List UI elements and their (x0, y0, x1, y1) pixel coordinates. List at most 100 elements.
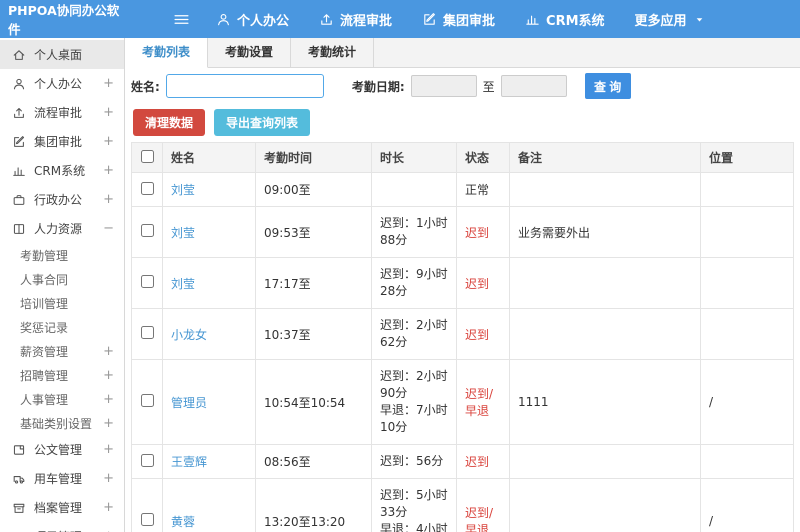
home-icon (12, 48, 26, 62)
status-cell: 迟到 (456, 206, 510, 258)
edit-icon (422, 12, 437, 27)
row-checkbox-cell (131, 444, 163, 479)
employee-name-link[interactable]: 管理员 (171, 396, 207, 410)
remark-cell (509, 308, 701, 360)
expander-icon[interactable]: + (103, 163, 114, 178)
status-cell: 迟到/早退 (456, 478, 510, 532)
tab-attendance-list[interactable]: 考勤列表 (125, 38, 209, 68)
row-checkbox-cell (131, 257, 163, 309)
row-checkbox[interactable] (140, 224, 154, 237)
sidebar-item-project-management[interactable]: 项目管理+ (0, 522, 124, 532)
sidebar-item-group-approval[interactable]: 集团审批 + (0, 127, 124, 156)
nav-item-workflow-approval[interactable]: 流程审批 (319, 10, 392, 29)
sidebar-item-document-management[interactable]: 公文管理 + (0, 435, 124, 464)
tab-attendance-settings[interactable]: 考勤设置 (208, 38, 292, 67)
remark-cell (509, 172, 701, 207)
row-checkbox-cell (131, 359, 163, 445)
nav-item-personal-office[interactable]: 个人办公 (216, 10, 289, 29)
expander-icon[interactable]: + (103, 105, 114, 120)
expander-icon[interactable]: + (103, 134, 114, 149)
sidebar-subitem-base-category-settings[interactable]: 基础类别设置 + (0, 411, 124, 435)
sidebar-item-label: CRM系统 (34, 164, 86, 178)
nav-item-group-approval[interactable]: 集团审批 (422, 10, 495, 29)
sidebar-item-crm-system[interactable]: CRM系统 + (0, 156, 124, 185)
sidebar-item-vehicle-management[interactable]: 用车管理 + (0, 464, 124, 493)
sidebar-item-personal-desktop[interactable]: 个人桌面 (0, 40, 124, 69)
row-checkbox[interactable] (140, 275, 154, 288)
sidebar: 个人桌面 个人办公 + 流程审批 + 集团审批 + CRM系统 + 行政办公 + 人力资源 − 考勤管理人… (0, 38, 125, 532)
sidebar-item-personal-office[interactable]: 个人办公 + (0, 69, 124, 98)
duration-cell: 迟到：56分 (371, 444, 457, 479)
sidebar-item-archive-management[interactable]: 档案管理 + (0, 493, 124, 522)
sidebar-subitem-attendance-management[interactable]: 考勤管理 (0, 243, 124, 267)
row-checkbox-cell (131, 206, 163, 258)
name-input[interactable] (165, 74, 324, 98)
expander-icon[interactable]: + (103, 368, 114, 383)
expander-icon[interactable]: + (103, 442, 114, 457)
attendance-table: 姓名 考勤时间 时长 状态 备注 位置 刘莹 09:00至 正常 刘莹 09:53至 迟到：1小时8… (131, 142, 794, 532)
attendance-date-label: 考勤日期: (351, 79, 405, 94)
row-checkbox[interactable] (140, 453, 154, 467)
date-to-input[interactable] (500, 75, 567, 97)
duration-cell: 迟到：2小时90分 早退：7小时10分 (371, 359, 457, 445)
name-cell: 王壹辉 (162, 444, 256, 479)
duration-cell: 迟到：1小时88分 (371, 206, 457, 258)
name-cell: 管理员 (162, 359, 256, 445)
sidebar-item-admin-office[interactable]: 行政办公 + (0, 185, 124, 214)
main-content: 考勤列表 考勤设置 考勤统计 姓名: 考勤日期: 至 查 询 清理数据 导出查询列表… (125, 38, 800, 532)
tab-attendance-stats[interactable]: 考勤统计 (291, 38, 375, 67)
row-checkbox[interactable] (140, 394, 154, 407)
expander-icon[interactable]: + (103, 500, 114, 515)
menu-icon[interactable] (173, 11, 190, 28)
nav-item-more-apps[interactable]: 更多应用 (635, 10, 706, 29)
location-cell: / (700, 359, 794, 445)
user-icon (216, 12, 231, 27)
sidebar-item-workflow-approval[interactable]: 流程审批 + (0, 98, 124, 127)
sidebar-item-label: 考勤管理 (20, 248, 69, 263)
employee-name-link[interactable]: 刘莹 (171, 183, 195, 197)
employee-name-link[interactable]: 黄蓉 (171, 515, 195, 529)
name-cell: 刘莹 (162, 257, 256, 309)
row-checkbox[interactable] (140, 326, 154, 339)
employee-name-link[interactable]: 刘莹 (171, 277, 195, 291)
expander-icon[interactable]: + (103, 344, 114, 359)
sidebar-item-label: 项目管理 (34, 528, 82, 532)
sidebar-subitem-salary-management[interactable]: 薪资管理 + (0, 339, 124, 363)
name-label: 姓名: (131, 79, 160, 94)
table-row: 刘莹 09:53至 迟到：1小时88分 迟到 业务需要外出 (131, 206, 794, 258)
flow-icon (12, 106, 26, 120)
table-row: 黄蓉 13:20至13:20迟到：5小时33分 早退：4小时67分迟到/早退 / (131, 478, 794, 532)
sidebar-subitem-hr-contract[interactable]: 人事合同 (0, 267, 124, 291)
clean-data-button[interactable]: 清理数据 (133, 108, 206, 136)
app-logo[interactable]: PHPOA协同办公软件 (0, 0, 125, 38)
sidebar-subitem-training-management[interactable]: 培训管理 (0, 291, 124, 315)
employee-name-link[interactable]: 刘莹 (171, 226, 195, 240)
sidebar-subitem-personnel-management[interactable]: 人事管理 + (0, 387, 124, 411)
row-checkbox[interactable] (140, 513, 154, 526)
export-list-button[interactable]: 导出查询列表 (214, 108, 311, 136)
employee-name-link[interactable]: 小龙女 (171, 328, 207, 342)
column-header: 姓名 (162, 142, 256, 173)
sidebar-item-label: 公文管理 (34, 443, 83, 457)
row-checkbox[interactable] (140, 181, 154, 195)
date-from-input[interactable] (410, 75, 477, 97)
nav-item-crm-system[interactable]: CRM系统 (525, 10, 605, 29)
sidebar-item-label: 行政办公 (34, 193, 83, 207)
expander-icon[interactable]: + (103, 392, 114, 407)
expander-icon[interactable]: − (103, 221, 114, 236)
column-header: 状态 (456, 142, 510, 173)
expander-icon[interactable]: + (103, 416, 114, 431)
expander-icon[interactable]: + (103, 76, 114, 91)
expander-icon[interactable]: + (103, 192, 114, 207)
archive-icon (12, 501, 26, 515)
tab-bar: 考勤列表 考勤设置 考勤统计 (125, 38, 800, 68)
sidebar-item-human-resources[interactable]: 人力资源 − (0, 214, 124, 243)
employee-name-link[interactable]: 王壹辉 (171, 455, 207, 469)
query-button[interactable]: 查 询 (584, 73, 631, 99)
nav-item-label: CRM系统 (546, 13, 605, 29)
table-body: 刘莹 09:00至 正常 刘莹 09:53至 迟到：1小时88分 迟到 业务需要外出 刘莹 17:… (131, 172, 794, 532)
sidebar-subitem-rewards-records[interactable]: 奖惩记录 (0, 315, 124, 339)
sidebar-subitem-recruitment-management[interactable]: 招聘管理 + (0, 363, 124, 387)
select-all-checkbox[interactable] (140, 149, 154, 163)
expander-icon[interactable]: + (103, 471, 114, 486)
